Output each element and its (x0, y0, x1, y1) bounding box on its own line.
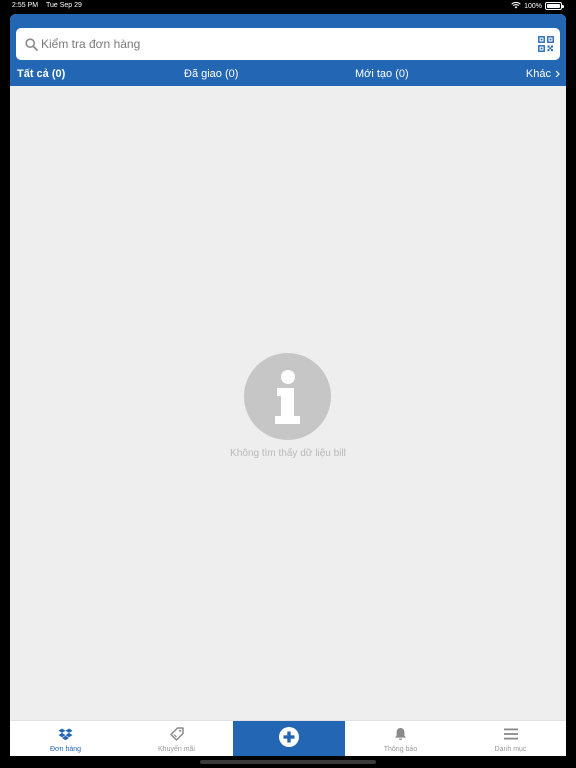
nav-menu[interactable]: Danh mục (455, 721, 566, 756)
status-time: 2:55 PM (12, 2, 39, 9)
bottom-nav: Đơn hàng Khuyến mãi Thông báo Danh mục (10, 720, 566, 756)
home-indicator[interactable] (200, 760, 376, 764)
menu-icon (503, 727, 518, 741)
add-order-button[interactable] (233, 721, 345, 756)
nav-promotions[interactable]: Khuyến mãi (121, 721, 232, 756)
header: Tất cả (0) Đã giao (0) Mới tạo (0) Khác (10, 14, 566, 86)
search-input[interactable] (41, 28, 538, 60)
empty-state-message: Không tìm thấy dữ liệu bill (230, 448, 346, 459)
info-icon (244, 353, 331, 440)
dropbox-icon (58, 727, 73, 741)
nav-orders[interactable]: Đơn hàng (10, 721, 121, 756)
wifi-icon (511, 1, 521, 11)
plus-circle-icon (279, 726, 299, 752)
nav-notifications-label: Thông báo (383, 746, 418, 753)
app-window: Tất cả (0) Đã giao (0) Mới tạo (0) Khác … (10, 14, 566, 756)
tag-icon (169, 727, 184, 741)
search-icon (24, 37, 38, 51)
nav-menu-label: Danh mục (494, 746, 527, 753)
tab-newly-created[interactable]: Mới tạo (0) (355, 68, 409, 80)
bell-icon (394, 727, 407, 741)
status-bar: 2:55 PM Tue Sep 29 100% (0, 0, 576, 12)
nav-orders-label: Đơn hàng (49, 746, 82, 753)
nav-notifications[interactable]: Thông báo (345, 721, 456, 756)
status-date: Tue Sep 29 (46, 2, 82, 9)
tab-more[interactable]: Khác (526, 68, 560, 80)
nav-promotions-label: Khuyến mãi (158, 746, 195, 753)
search-bar[interactable] (16, 28, 560, 60)
tab-all[interactable]: Tất cả (0) (17, 68, 65, 80)
tab-delivered[interactable]: Đã giao (0) (184, 68, 238, 80)
tab-more-label: Khác (525, 68, 551, 80)
orders-list: Không tìm thấy dữ liệu bill (10, 86, 566, 720)
battery-percent: 100% (524, 2, 542, 10)
chevron-right-icon (555, 70, 560, 78)
order-status-tabs: Tất cả (0) Đã giao (0) Mới tạo (0) Khác (10, 66, 566, 86)
status-right: 100% (511, 1, 564, 11)
battery-icon (545, 2, 564, 10)
qr-code-icon[interactable] (538, 36, 554, 52)
